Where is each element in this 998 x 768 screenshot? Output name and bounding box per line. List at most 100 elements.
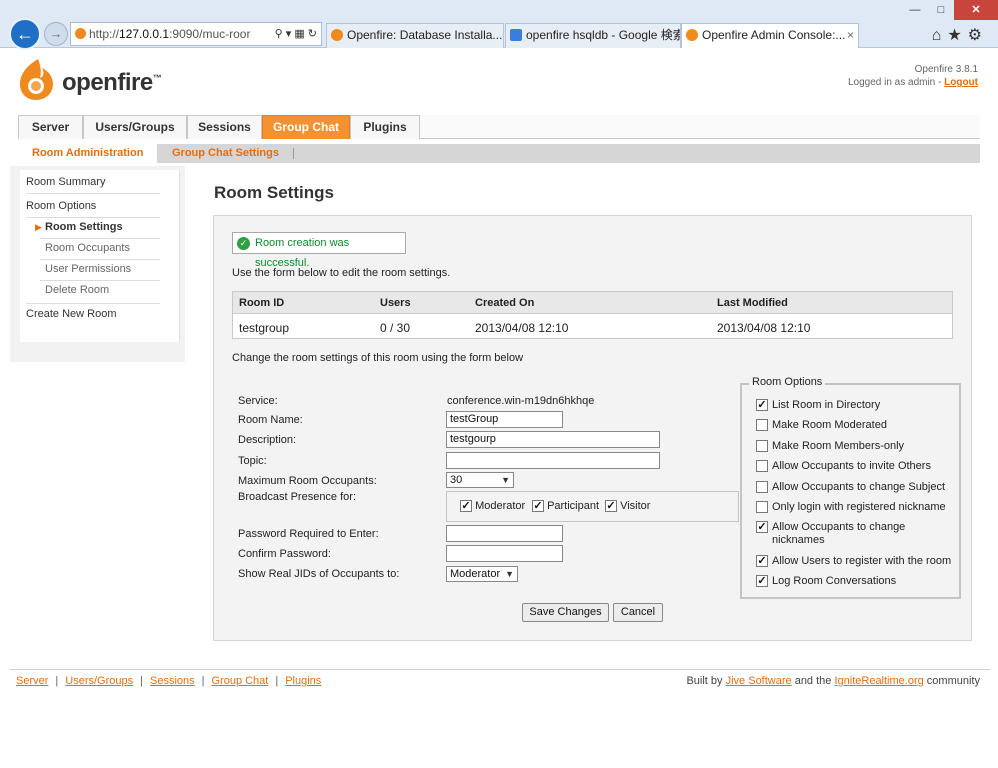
gear-icon[interactable]: ⚙ xyxy=(968,27,988,44)
footer-link-server[interactable]: Server xyxy=(16,675,48,687)
search-icon[interactable]: ⚲ xyxy=(275,28,283,40)
sidebar-item-room-settings[interactable]: Room Settings xyxy=(45,221,123,233)
login-status: Logged in as admin - Logout xyxy=(848,77,978,88)
checkbox-checked-icon[interactable]: ✓ xyxy=(756,521,768,533)
sidebar-item-create-new-room[interactable]: Create New Room xyxy=(26,308,116,320)
sidebar-item-room-summary[interactable]: Room Summary xyxy=(26,176,105,188)
checkbox-checked-icon[interactable]: ✓ xyxy=(756,399,768,411)
checkbox-checked-icon[interactable]: ✓ xyxy=(605,500,617,513)
option-register-with-room[interactable]: ✓ Allow Users to register with the room xyxy=(756,555,956,568)
description-input[interactable]: testgourp xyxy=(446,431,660,448)
and-the-text: and the xyxy=(791,675,835,687)
openfire-logo-icon xyxy=(20,59,53,100)
cell-room-id: testgroup xyxy=(239,321,290,335)
checkbox-checked-icon[interactable]: ✓ xyxy=(460,500,472,513)
tab-users-groups[interactable]: Users/Groups xyxy=(83,115,187,139)
broadcast-moderator[interactable]: ✓ Moderator xyxy=(460,500,525,513)
checkbox-checked-icon[interactable]: ✓ xyxy=(756,575,768,587)
dropdown-icon[interactable]: ▾ xyxy=(286,28,292,40)
sidebar-item-room-occupants[interactable]: Room Occupants xyxy=(45,242,130,254)
subtab-group-chat-settings[interactable]: Group Chat Settings xyxy=(158,144,293,163)
service-value: conference.win-m19dn6hkhqe xyxy=(447,395,595,407)
confirm-password-input[interactable] xyxy=(446,545,563,562)
browser-tab-database-install[interactable]: Openfire: Database Installa... xyxy=(326,23,504,48)
browser-tab-label: Openfire: Database Installa... xyxy=(347,28,503,42)
sidebar-item-user-permissions[interactable]: User Permissions xyxy=(45,263,131,275)
room-table: Room ID Users Created On Last Modified t… xyxy=(232,291,953,339)
maximize-icon[interactable]: □ xyxy=(928,0,954,20)
built-by-prefix: Built by xyxy=(686,675,726,687)
logo-name: openfire xyxy=(62,69,153,96)
logout-link[interactable]: Logout xyxy=(944,77,978,88)
option-change-nicknames[interactable]: ✓ Allow Occupants to change nicknames xyxy=(756,521,926,547)
subnav-separator xyxy=(293,148,294,159)
footer-link-plugins[interactable]: Plugins xyxy=(285,675,321,687)
checkbox-checked-icon[interactable]: ✓ xyxy=(756,555,768,567)
tab-group-chat[interactable]: Group Chat xyxy=(262,115,350,139)
checkbox-unchecked-icon[interactable] xyxy=(756,501,768,513)
option-moderated[interactable]: Make Room Moderated xyxy=(756,419,956,432)
address-host: 127.0.0.1 xyxy=(119,27,170,41)
column-header-created-on: Created On xyxy=(475,297,535,309)
column-header-room-id: Room ID xyxy=(239,297,285,309)
option-registered-nickname[interactable]: Only login with registered nickname xyxy=(756,501,956,514)
footer-link-group-chat[interactable]: Group Chat xyxy=(211,675,268,687)
footer-link-users-groups[interactable]: Users/Groups xyxy=(65,675,133,687)
cancel-button[interactable]: Cancel xyxy=(613,603,663,622)
sidebar-divider xyxy=(26,217,160,218)
back-button[interactable]: ← xyxy=(9,18,41,50)
address-path: :9090/muc-roor xyxy=(169,27,251,41)
checkbox-checked-icon[interactable]: ✓ xyxy=(532,500,544,513)
broadcast-participant[interactable]: ✓ Participant xyxy=(532,500,599,513)
real-jids-label: Show Real JIDs of Occupants to: xyxy=(238,568,400,580)
password-input[interactable] xyxy=(446,525,563,542)
community-text: community xyxy=(923,675,980,687)
option-label: Allow Occupants to invite Others xyxy=(772,460,931,472)
option-members-only[interactable]: Make Room Members-only xyxy=(756,440,956,453)
option-invite-others[interactable]: Allow Occupants to invite Others xyxy=(756,460,956,473)
checkbox-unchecked-icon[interactable] xyxy=(756,460,768,472)
checkbox-unchecked-icon[interactable] xyxy=(756,481,768,493)
save-changes-button[interactable]: Save Changes xyxy=(522,603,609,622)
tab-sessions[interactable]: Sessions xyxy=(187,115,262,139)
address-bar[interactable]: http://127.0.0.1:9090/muc-roor ⚲ ▾ ▦ ↻ xyxy=(70,22,322,46)
tab-server[interactable]: Server xyxy=(18,115,83,139)
footer-separator: | xyxy=(201,675,205,687)
subtab-room-administration[interactable]: Room Administration xyxy=(18,144,158,163)
close-window-icon[interactable]: ✕ xyxy=(954,0,998,20)
room-options-legend: Room Options xyxy=(749,376,826,388)
browser-tab-google-search[interactable]: openfire hsqldb - Google 検索 xyxy=(505,23,681,48)
option-change-subject[interactable]: Allow Occupants to change Subject xyxy=(756,481,956,494)
close-tab-icon[interactable]: × xyxy=(847,24,854,47)
room-name-input[interactable]: testGroup xyxy=(446,411,563,428)
footer-link-sessions[interactable]: Sessions xyxy=(150,675,195,687)
home-icon[interactable]: ⌂ xyxy=(932,27,948,44)
checkbox-unchecked-icon[interactable] xyxy=(756,419,768,431)
sidebar-item-delete-room[interactable]: Delete Room xyxy=(45,284,109,296)
broadcast-visitor[interactable]: ✓ Visitor xyxy=(605,500,650,513)
room-name-label: Room Name: xyxy=(238,414,303,426)
option-log-conversations[interactable]: ✓ Log Room Conversations xyxy=(756,575,956,588)
option-list-in-directory[interactable]: ✓ List Room in Directory xyxy=(756,399,956,412)
max-occupants-select[interactable]: 30 ▼ xyxy=(446,472,514,488)
refresh-icon[interactable]: ↻ xyxy=(308,28,317,40)
ignite-realtime-link[interactable]: IgniteRealtime.org xyxy=(834,675,923,687)
star-icon[interactable]: ★ xyxy=(947,27,967,44)
jive-software-link[interactable]: Jive Software xyxy=(726,675,792,687)
google-tab-icon xyxy=(510,29,522,41)
browser-tab-admin-console[interactable]: Openfire Admin Console:... × xyxy=(681,23,859,48)
tab-plugins[interactable]: Plugins xyxy=(350,115,420,139)
cell-users: 0 / 30 xyxy=(380,321,411,335)
intro-text: Use the form below to edit the room sett… xyxy=(232,267,451,279)
real-jids-select[interactable]: Moderator ▼ xyxy=(446,566,518,582)
active-bullet-icon: ▶ xyxy=(35,222,42,232)
footer-separator: | xyxy=(55,675,59,687)
sidebar-item-room-options[interactable]: Room Options xyxy=(26,200,96,212)
topic-input[interactable] xyxy=(446,452,660,469)
minimize-icon[interactable]: — xyxy=(902,0,928,20)
compat-icon[interactable]: ▦ xyxy=(294,28,304,40)
address-scheme: http:// xyxy=(89,27,120,41)
checkbox-unchecked-icon[interactable] xyxy=(756,440,768,452)
forward-button[interactable]: → xyxy=(44,22,68,46)
column-header-last-modified: Last Modified xyxy=(717,297,788,309)
